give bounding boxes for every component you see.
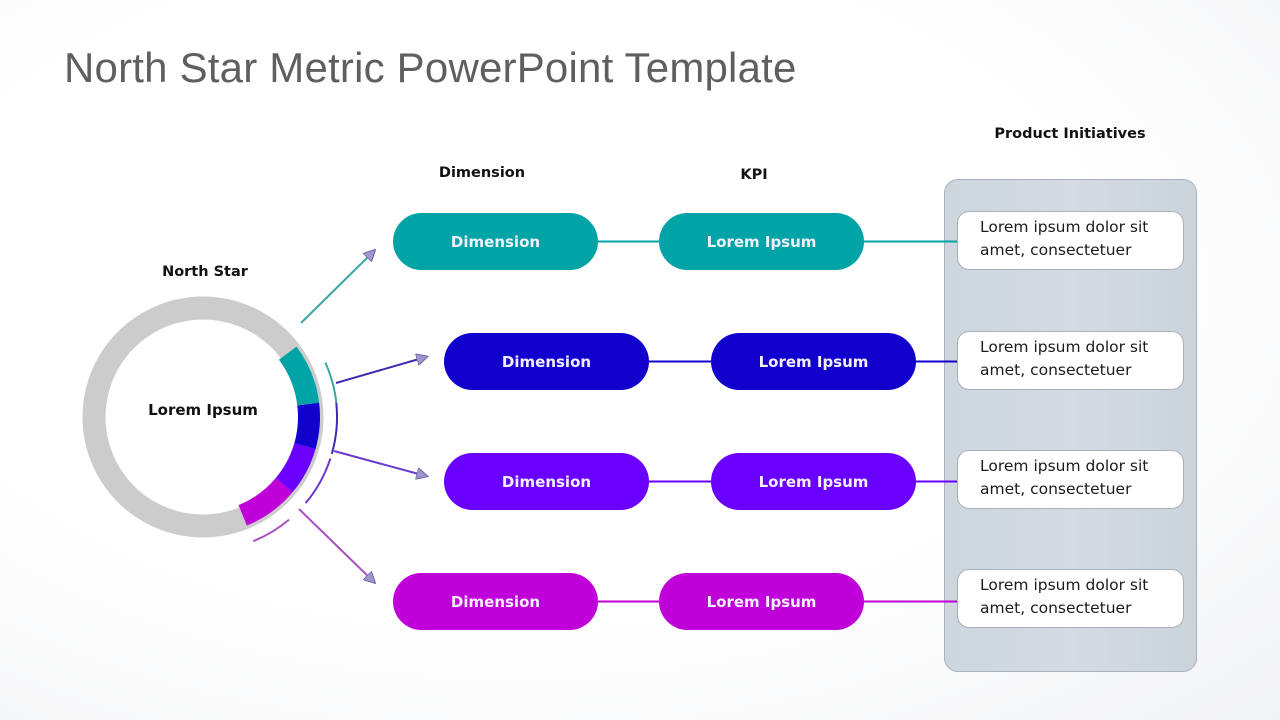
kpi-pill[interactable]: Lorem Ipsum — [659, 213, 864, 270]
dimension-pill[interactable]: Dimension — [393, 213, 598, 270]
kpi-pill[interactable]: Lorem Ipsum — [711, 453, 916, 510]
initiative-card[interactable]: Lorem ipsum dolor sit amet, consectetuer — [957, 211, 1184, 270]
initiative-text-line: amet, consectetuer — [980, 480, 1132, 498]
kpi-pill[interactable]: Lorem Ipsum — [659, 573, 864, 630]
initiative-card[interactable]: Lorem ipsum dolor sit amet, consectetuer — [957, 331, 1184, 390]
arrow-connector — [298, 508, 374, 582]
initiative-card[interactable]: Lorem ipsum dolor sit amet, consectetuer — [957, 569, 1184, 628]
ring-segment — [278, 346, 320, 406]
ring-segment — [294, 402, 320, 450]
kpi-label: Lorem Ipsum — [706, 592, 817, 611]
dimension-pill[interactable]: Dimension — [444, 333, 649, 390]
kpi-pill[interactable]: Lorem Ipsum — [711, 333, 916, 390]
kpi-label: Lorem Ipsum — [758, 352, 869, 371]
dimension-label: Dimension — [501, 472, 592, 491]
connector-arc — [324, 362, 338, 404]
arrow-connector — [335, 357, 426, 384]
initiative-text-line: amet, consectetuer — [980, 241, 1132, 259]
initiative-text-line: Lorem ipsum dolor sit — [980, 218, 1149, 236]
kpi-label: Lorem Ipsum — [706, 232, 817, 251]
dimension-label: Dimension — [450, 232, 541, 251]
connector-arc — [330, 402, 338, 455]
initiative-card[interactable]: Lorem ipsum dolor sit amet, consectetuer — [957, 450, 1184, 509]
dimension-label: Dimension — [450, 592, 541, 611]
kpi-label: Lorem Ipsum — [758, 472, 869, 491]
initiative-text-line: Lorem ipsum dolor sit — [980, 576, 1149, 594]
initiative-text-line: Lorem ipsum dolor sit — [980, 338, 1149, 356]
initiative-text-line: amet, consectetuer — [980, 599, 1132, 617]
initiative-text-line: Lorem ipsum dolor sit — [980, 457, 1149, 475]
arrow-connector — [300, 251, 374, 324]
dimension-pill[interactable]: Dimension — [393, 573, 598, 630]
dimension-pill[interactable]: Dimension — [444, 453, 649, 510]
dimension-label: Dimension — [501, 352, 592, 371]
north-star-center-label: Lorem Ipsum — [148, 401, 258, 419]
ring-segment — [275, 442, 316, 493]
initiative-text-line: amet, consectetuer — [980, 361, 1132, 379]
arrow-connector — [333, 450, 426, 476]
